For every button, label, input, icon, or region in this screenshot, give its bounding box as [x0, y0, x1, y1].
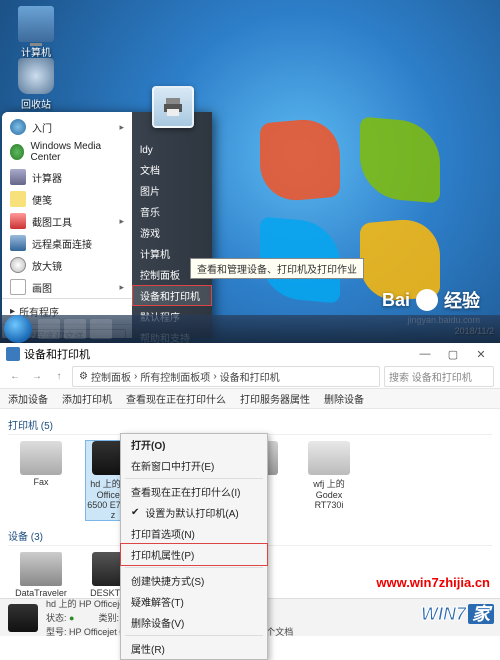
baidu-paw-icon: [416, 289, 438, 311]
taskbar: [0, 315, 500, 343]
submenu-arrow-icon: ▸: [119, 216, 124, 227]
window-titlebar: 设备和打印机 — ▢ ✕: [0, 343, 500, 365]
snipping-icon: [10, 213, 26, 229]
paint-icon: [10, 279, 26, 295]
context-menu: 打开(O) 在新窗口中打开(E) 查看现在正在打印什么(I) ✔设置为默认打印机…: [120, 433, 268, 660]
desktop-icon-label: 计算机: [12, 44, 60, 59]
ctx-remove[interactable]: 删除设备(V): [121, 612, 267, 633]
breadcrumb[interactable]: ⚙ 控制面板› 所有控制面板项› 设备和打印机: [72, 366, 380, 387]
forward-button[interactable]: →: [28, 368, 46, 386]
ctx-view-printing[interactable]: 查看现在正在打印什么(I): [121, 481, 267, 502]
watermark-url: www.win7zhijia.cn: [376, 575, 490, 590]
explorer-window: 设备和打印机 — ▢ ✕ ← → ↑ ⚙ 控制面板› 所有控制面板项› 设备和打…: [0, 343, 500, 636]
startmenu-user[interactable]: ldy: [132, 142, 212, 159]
minimize-button[interactable]: —: [412, 345, 438, 363]
search-box[interactable]: 搜索 设备和打印机: [384, 366, 494, 387]
taskbar-wmp-icon[interactable]: [90, 319, 112, 339]
status-printer-icon: [8, 604, 38, 632]
printer-icon: [308, 441, 350, 475]
back-button[interactable]: ←: [6, 368, 24, 386]
baidu-watermark: Bai 经验: [382, 287, 480, 313]
ctx-separator: [125, 478, 263, 479]
ctx-printer-properties[interactable]: 打印机属性(P): [120, 543, 268, 566]
submenu-arrow-icon: ▸: [119, 122, 124, 133]
start-menu: 入门▸ Windows Media Center 计算器 便笺 截图工具▸ 远程…: [2, 112, 212, 338]
printer-icon: [161, 95, 185, 119]
calculator-icon: [10, 169, 26, 185]
taskbar-explorer-icon[interactable]: [64, 319, 86, 339]
remote-icon: [10, 235, 26, 251]
ctx-set-default[interactable]: ✔设置为默认打印机(A): [121, 502, 267, 523]
ctx-shortcut[interactable]: 创建快捷方式(S): [121, 570, 267, 591]
startmenu-devices-printers[interactable]: 设备和打印机: [132, 285, 212, 306]
startmenu-tooltip: 查看和管理设备、打印机及打印作业: [190, 258, 364, 279]
usb-drive-icon: [20, 552, 62, 586]
toolbar-add-printer[interactable]: 添加打印机: [62, 391, 112, 406]
explorer-body: 打印机 (5) Fax hd 上的 HP Officejet 6500 E710…: [0, 409, 500, 575]
device-fax[interactable]: Fax: [14, 441, 68, 520]
ctx-separator: [125, 567, 263, 568]
start-menu-left: 入门▸ Windows Media Center 计算器 便笺 截图工具▸ 远程…: [2, 112, 132, 338]
desktop-icon-computer[interactable]: 计算机: [12, 6, 60, 59]
window-controls: — ▢ ✕: [412, 345, 494, 363]
ctx-preferences[interactable]: 打印首选项(N): [121, 523, 267, 544]
startmenu-item-wmc[interactable]: Windows Media Center: [2, 138, 132, 166]
toolbar-remove-device[interactable]: 删除设备: [324, 391, 364, 406]
desktop-icon-recycle[interactable]: 回收站: [12, 58, 60, 111]
start-button[interactable]: [4, 315, 32, 343]
startmenu-item-calculator[interactable]: 计算器: [2, 166, 132, 188]
startmenu-pictures[interactable]: 图片: [132, 180, 212, 201]
startmenu-item-sticky[interactable]: 便笺: [2, 188, 132, 210]
recycle-icon: [18, 58, 54, 94]
startmenu-item-snipping[interactable]: 截图工具▸: [2, 210, 132, 232]
user-avatar[interactable]: [152, 86, 194, 128]
ctx-new-window[interactable]: 在新窗口中打开(E): [121, 455, 267, 476]
magnifier-icon: [10, 257, 26, 273]
devices-printers-icon: [6, 347, 20, 361]
startmenu-item-remote[interactable]: 远程桌面连接: [2, 232, 132, 254]
desktop-icon-label: 回收站: [12, 96, 60, 111]
ctx-troubleshoot[interactable]: 疑难解答(T): [121, 591, 267, 612]
maximize-button[interactable]: ▢: [440, 345, 466, 363]
ctx-open[interactable]: 打开(O): [121, 434, 267, 455]
startmenu-documents[interactable]: 文档: [132, 159, 212, 180]
submenu-arrow-icon: ▸: [119, 282, 124, 293]
up-button[interactable]: ↑: [50, 368, 68, 386]
close-button[interactable]: ✕: [468, 345, 494, 363]
section-printers[interactable]: 打印机 (5): [8, 415, 492, 435]
start-menu-right: ldy 文档 图片 音乐 游戏 计算机 控制面板 设备和打印机 默认程序 帮助和…: [132, 112, 212, 338]
watermark-logo: WIN7家: [421, 600, 494, 626]
window-title: 设备和打印机: [24, 346, 90, 362]
getting-started-icon: [10, 119, 26, 135]
toolbar: 添加设备 添加打印机 查看现在正在打印什么 打印服务器属性 删除设备: [0, 389, 500, 409]
wmc-icon: [10, 144, 24, 160]
fax-icon: [20, 441, 62, 475]
startmenu-item-paint[interactable]: 画图▸: [2, 276, 132, 298]
breadcrumb-icon: ⚙: [79, 371, 88, 382]
startmenu-music[interactable]: 音乐: [132, 201, 212, 222]
toolbar-print-server[interactable]: 打印服务器属性: [240, 391, 310, 406]
startmenu-games[interactable]: 游戏: [132, 222, 212, 243]
nav-bar: ← → ↑ ⚙ 控制面板› 所有控制面板项› 设备和打印机 搜索 设备和打印机: [0, 365, 500, 389]
startmenu-item-getting-started[interactable]: 入门▸: [2, 116, 132, 138]
device-godex[interactable]: wfj 上的 Godex RT730i: [302, 441, 356, 520]
check-icon: ✔: [131, 507, 139, 518]
toolbar-view-printing[interactable]: 查看现在正在打印什么: [126, 391, 226, 406]
computer-icon: [18, 6, 54, 42]
taskbar-ie-icon[interactable]: [38, 319, 60, 339]
startmenu-item-magnifier[interactable]: 放大镜: [2, 254, 132, 276]
toolbar-add-device[interactable]: 添加设备: [8, 391, 48, 406]
ctx-properties[interactable]: 属性(R): [121, 638, 267, 659]
sticky-icon: [10, 191, 26, 207]
win7-desktop: 计算机 回收站 入门▸ Windows Media Center 计算器 便笺 …: [0, 0, 500, 343]
